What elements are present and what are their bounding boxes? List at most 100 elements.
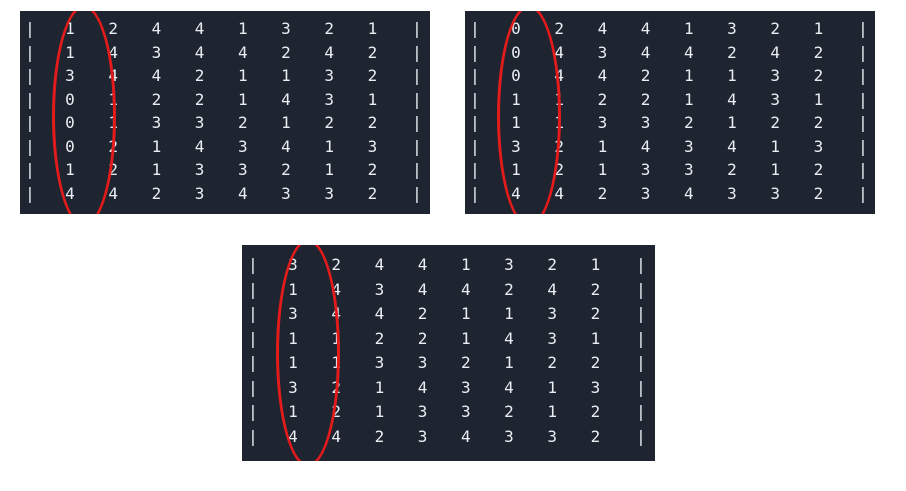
matrix-cell: 3 (683, 136, 694, 156)
matrix-border-right: | (412, 183, 422, 203)
matrix-cell: 4 (151, 19, 162, 38)
matrix-cell-highlighted: 0 (65, 113, 75, 132)
matrix-cell: 4 (417, 279, 428, 299)
matrix-cell: 2 (504, 402, 514, 421)
matrix-cell: 4 (727, 89, 737, 109)
matrix-cell: 4 (331, 304, 341, 323)
matrix-cell: 2 (554, 160, 564, 179)
matrix-border-left: | (248, 279, 258, 299)
matrix-cell: 1 (597, 160, 608, 179)
matrix-cell: 3 (640, 113, 651, 132)
matrix-cell: 2 (331, 377, 341, 397)
matrix-border-right: | (858, 136, 868, 156)
matrix-cell-highlighted: 0 (65, 136, 75, 156)
matrix-cell: 2 (683, 113, 694, 132)
matrix-cell: 2 (504, 279, 514, 299)
matrix-border-left: | (248, 328, 258, 348)
matrix-cell: 2 (590, 426, 601, 446)
matrix-cell: 3 (683, 160, 694, 179)
matrix-cell: 3 (504, 255, 514, 274)
matrix-cell: 2 (590, 402, 601, 421)
matrix-grid: | 3 2 4 4 1 3 2 1 | | 1 4 3 4 4 2 4 2 | | 3 4 4 2 1 1 3 2 | | 1 1 2 2 1 4 3 1 |… (242, 245, 655, 461)
matrix-border-right: | (412, 113, 422, 132)
matrix-cell: 3 (324, 89, 334, 109)
matrix-cell: 2 (281, 42, 291, 62)
matrix-cell: 3 (417, 402, 428, 421)
matrix-border-right: | (636, 304, 646, 323)
matrix-border-left: | (25, 42, 35, 62)
matrix-cell: 3 (194, 160, 205, 179)
matrix-cell: 4 (554, 42, 564, 62)
matrix-cell: 4 (108, 66, 118, 85)
matrix-border-left: | (25, 183, 35, 203)
matrix-border-left: | (25, 66, 35, 85)
matrix-cell: 2 (547, 255, 557, 274)
matrix-cell: 1 (554, 89, 564, 109)
matrix-cell: 2 (281, 160, 291, 179)
matrix-cell: 1 (324, 136, 334, 156)
matrix-cell: 3 (770, 66, 780, 85)
matrix-border-right: | (412, 136, 422, 156)
matrix-border-left: | (248, 255, 258, 274)
matrix-cell: 1 (683, 66, 694, 85)
matrix-cell: 2 (151, 89, 162, 109)
matrix-border-right: | (412, 66, 422, 85)
matrix-border-right: | (636, 328, 646, 348)
matrix-border-left: | (248, 402, 258, 421)
matrix-cell: 3 (417, 426, 428, 446)
matrix-cell-highlighted: 3 (511, 136, 521, 156)
matrix-border-left: | (470, 113, 480, 132)
matrix-cell: 3 (374, 353, 385, 372)
matrix-cell: 2 (194, 66, 205, 85)
matrix-cell: 4 (151, 66, 162, 85)
matrix-cell: 1 (237, 66, 248, 85)
matrix-cell: 2 (813, 183, 824, 203)
matrix-cell: 1 (374, 377, 385, 397)
matrix-border-left: | (248, 377, 258, 397)
matrix-cell-highlighted: 1 (288, 279, 298, 299)
matrix-border-right: | (636, 426, 646, 446)
matrix-cell: 3 (504, 426, 514, 446)
matrix-cell: 2 (108, 19, 118, 38)
matrix-cell-highlighted: 3 (288, 255, 298, 274)
matrix-cell: 1 (504, 353, 514, 372)
matrix-cell: 4 (237, 42, 248, 62)
matrix-cell-highlighted: 0 (511, 66, 521, 85)
matrix-cell: 3 (194, 183, 205, 203)
matrix-cell: 2 (108, 136, 118, 156)
matrix-cell: 3 (237, 136, 248, 156)
matrix-cell-highlighted: 1 (65, 160, 75, 179)
matrix-cell: 3 (590, 377, 601, 397)
matrix-cell: 1 (770, 160, 780, 179)
matrix-cell: 3 (374, 279, 385, 299)
matrix-cell-highlighted: 1 (511, 160, 521, 179)
matrix-cell: 3 (324, 66, 334, 85)
matrix-cell: 2 (813, 113, 824, 132)
matrix-cell: 4 (331, 279, 341, 299)
matrix-cell: 1 (683, 19, 694, 38)
matrix-cell-highlighted: 1 (65, 19, 75, 38)
matrix-cell: 4 (640, 42, 651, 62)
matrix-border-left: | (470, 19, 480, 38)
matrix-border-right: | (858, 160, 868, 179)
matrix-cell: 1 (504, 304, 514, 323)
matrix-cell-highlighted: 1 (511, 113, 521, 132)
matrix-cell: 3 (367, 136, 378, 156)
matrix-cell: 2 (813, 66, 824, 85)
matrix-cell: 3 (281, 19, 291, 38)
matrix-cell: 3 (151, 113, 162, 132)
matrix-cell: 3 (324, 183, 334, 203)
matrix-border-right: | (412, 19, 422, 38)
matrix-cell: 1 (331, 353, 341, 372)
matrix-cell: 4 (281, 136, 291, 156)
matrix-border-right: | (858, 183, 868, 203)
matrix-cell: 2 (367, 183, 378, 203)
matrix-cell: 2 (547, 353, 557, 372)
matrix-cell: 2 (331, 255, 341, 274)
matrix-cell: 4 (324, 42, 334, 62)
matrix-border-right: | (858, 19, 868, 38)
matrix-cell: 2 (151, 183, 162, 203)
matrix-cell-highlighted: 0 (511, 19, 521, 38)
matrix-cell: 1 (108, 89, 118, 109)
matrix-cell: 2 (597, 183, 608, 203)
